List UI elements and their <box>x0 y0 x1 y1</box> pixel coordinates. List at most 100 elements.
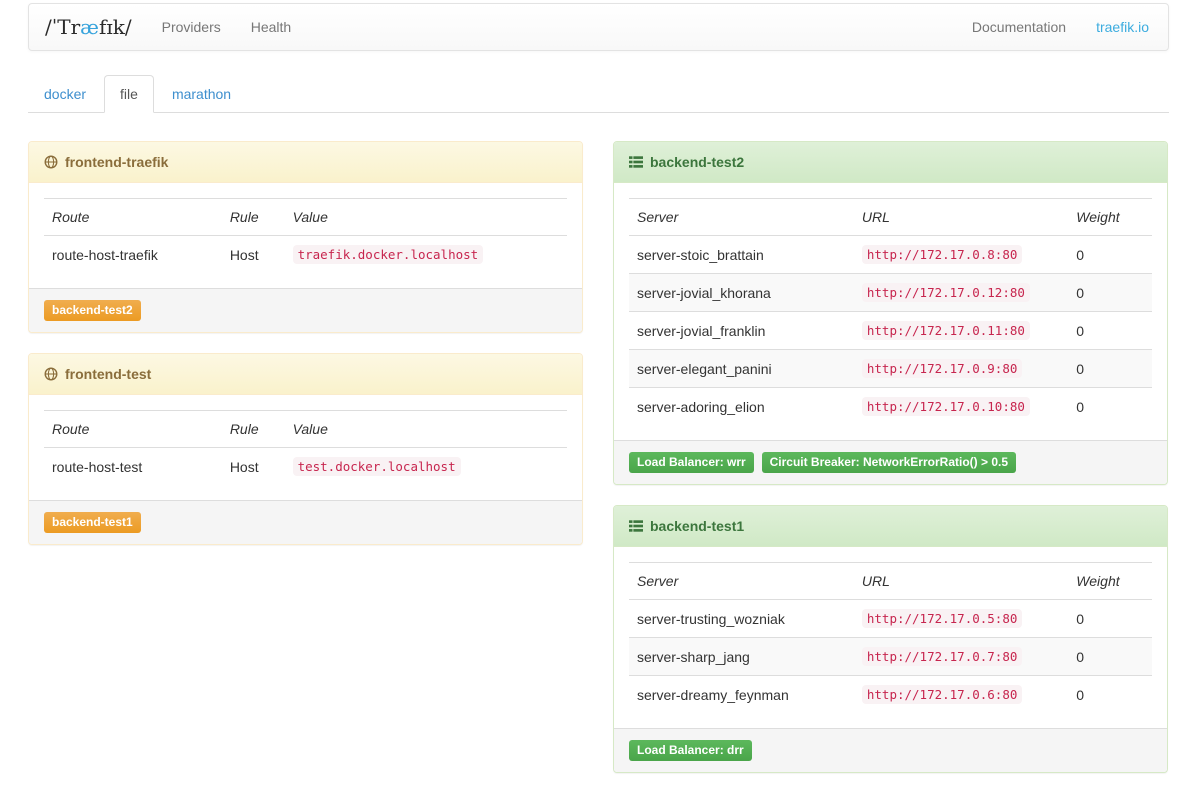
frontend-routes-table: Route Rule Value route-host-test Host te… <box>44 410 567 485</box>
backend-badge: backend-test2 <box>44 300 141 321</box>
tab-docker[interactable]: docker <box>28 75 102 113</box>
nav-providers-link[interactable]: Providers <box>147 5 236 49</box>
frontend-traefik-footer: backend-test2 <box>29 288 582 332</box>
backend-test2-footer: Load Balancer: wrr Circuit Breaker: Netw… <box>614 440 1167 484</box>
backend-test1-footer: Load Balancer: drr <box>614 728 1167 772</box>
panel-title: backend-test2 <box>650 152 744 172</box>
col-url: URL <box>854 199 1068 236</box>
traefik-logo[interactable]: /ˈTræfɪk/ <box>33 15 147 39</box>
table-header-row: Route Rule Value <box>44 199 567 236</box>
brand-post: fɪk/ <box>99 15 132 39</box>
page-container: /ˈTræfɪk/ Providers Health Documentation… <box>28 3 1169 793</box>
server-weight: 0 <box>1068 600 1152 638</box>
load-balancer-badge: Load Balancer: drr <box>629 740 752 761</box>
server-name: server-elegant_panini <box>629 350 854 388</box>
server-name: server-adoring_elion <box>629 388 854 426</box>
backend-test1-panel: backend-test1 Server URL Weight <box>613 505 1168 773</box>
backend-test2-heading: backend-test2 <box>614 142 1167 183</box>
frontend-traefik-panel: frontend-traefik Route Rule Value <box>28 141 583 333</box>
panel-title: frontend-test <box>65 364 151 384</box>
col-route: Route <box>44 199 222 236</box>
table-row: server-sharp_jang http://172.17.0.7:80 0 <box>629 638 1152 676</box>
backend-test1-body: Server URL Weight server-trusting_woznia… <box>614 547 1167 728</box>
frontends-column: frontend-traefik Route Rule Value <box>28 141 583 565</box>
route-name: route-host-test <box>44 448 222 486</box>
content-row: frontend-traefik Route Rule Value <box>28 141 1169 793</box>
server-name: server-dreamy_feynman <box>629 676 854 714</box>
col-server: Server <box>629 199 854 236</box>
table-row: server-dreamy_feynman http://172.17.0.6:… <box>629 676 1152 714</box>
table-row: route-host-test Host test.docker.localho… <box>44 448 567 486</box>
route-value: test.docker.localhost <box>293 457 461 476</box>
col-weight: Weight <box>1068 563 1152 600</box>
server-weight: 0 <box>1068 676 1152 714</box>
col-server: Server <box>629 563 854 600</box>
col-rule: Rule <box>222 199 285 236</box>
server-name: server-stoic_brattain <box>629 236 854 274</box>
circuit-breaker-badge: Circuit Breaker: NetworkErrorRatio() > 0… <box>762 452 1016 473</box>
frontend-test-body: Route Rule Value route-host-test Host te… <box>29 395 582 500</box>
server-weight: 0 <box>1068 274 1152 312</box>
nav-traefik-io-link[interactable]: traefik.io <box>1081 5 1164 49</box>
col-route: Route <box>44 411 222 448</box>
backend-test2-body: Server URL Weight server-stoic_brattain … <box>614 183 1167 440</box>
servers-icon <box>629 155 643 169</box>
frontend-test-heading: frontend-test <box>29 354 582 395</box>
route-rule: Host <box>222 448 285 486</box>
server-url: http://172.17.0.10:80 <box>862 397 1030 416</box>
route-rule: Host <box>222 236 285 274</box>
server-url: http://172.17.0.7:80 <box>862 647 1023 666</box>
tab-file[interactable]: file <box>104 75 154 113</box>
nav-health-link[interactable]: Health <box>236 5 306 49</box>
server-name: server-jovial_franklin <box>629 312 854 350</box>
backend-test1-heading: backend-test1 <box>614 506 1167 547</box>
load-balancer-badge: Load Balancer: wrr <box>629 452 754 473</box>
server-url: http://172.17.0.5:80 <box>862 609 1023 628</box>
server-weight: 0 <box>1068 312 1152 350</box>
server-weight: 0 <box>1068 638 1152 676</box>
table-row: server-trusting_wozniak http://172.17.0.… <box>629 600 1152 638</box>
server-name: server-trusting_wozniak <box>629 600 854 638</box>
navbar: /ˈTræfɪk/ Providers Health Documentation… <box>28 3 1169 51</box>
globe-icon <box>44 155 58 169</box>
table-row: server-jovial_khorana http://172.17.0.12… <box>629 274 1152 312</box>
server-url: http://172.17.0.9:80 <box>862 359 1023 378</box>
brand-pre: /ˈTr <box>45 15 80 39</box>
table-row: server-jovial_franklin http://172.17.0.1… <box>629 312 1152 350</box>
frontend-test-panel: frontend-test Route Rule Value <box>28 353 583 545</box>
table-row: server-elegant_panini http://172.17.0.9:… <box>629 350 1152 388</box>
frontend-test-footer: backend-test1 <box>29 500 582 544</box>
table-header-row: Route Rule Value <box>44 411 567 448</box>
server-url: http://172.17.0.6:80 <box>862 685 1023 704</box>
table-header-row: Server URL Weight <box>629 199 1152 236</box>
table-row: server-adoring_elion http://172.17.0.10:… <box>629 388 1152 426</box>
server-url: http://172.17.0.12:80 <box>862 283 1030 302</box>
nav-documentation-link[interactable]: Documentation <box>957 5 1081 49</box>
navbar-left: /ˈTræfɪk/ Providers Health <box>33 5 306 49</box>
globe-icon <box>44 367 58 381</box>
tab-marathon[interactable]: marathon <box>156 75 247 113</box>
frontend-traefik-body: Route Rule Value route-host-traefik Host… <box>29 183 582 288</box>
server-weight: 0 <box>1068 388 1152 426</box>
panel-title: backend-test1 <box>650 516 744 536</box>
col-weight: Weight <box>1068 199 1152 236</box>
navbar-right: Documentation traefik.io <box>957 5 1164 49</box>
server-name: server-jovial_khorana <box>629 274 854 312</box>
col-value: Value <box>285 411 567 448</box>
frontend-routes-table: Route Rule Value route-host-traefik Host… <box>44 198 567 273</box>
backend-badge: backend-test1 <box>44 512 141 533</box>
server-name: server-sharp_jang <box>629 638 854 676</box>
table-header-row: Server URL Weight <box>629 563 1152 600</box>
brand-highlight: æ <box>80 15 99 39</box>
frontend-traefik-heading: frontend-traefik <box>29 142 582 183</box>
server-weight: 0 <box>1068 350 1152 388</box>
table-row: route-host-traefik Host traefik.docker.l… <box>44 236 567 274</box>
col-url: URL <box>854 563 1068 600</box>
backend-servers-table: Server URL Weight server-stoic_brattain … <box>629 198 1152 425</box>
backends-column: backend-test2 Server URL Weight <box>613 141 1168 793</box>
backend-servers-table: Server URL Weight server-trusting_woznia… <box>629 562 1152 713</box>
panel-title: frontend-traefik <box>65 152 168 172</box>
server-url: http://172.17.0.11:80 <box>862 321 1030 340</box>
route-value: traefik.docker.localhost <box>293 245 484 264</box>
server-url: http://172.17.0.8:80 <box>862 245 1023 264</box>
